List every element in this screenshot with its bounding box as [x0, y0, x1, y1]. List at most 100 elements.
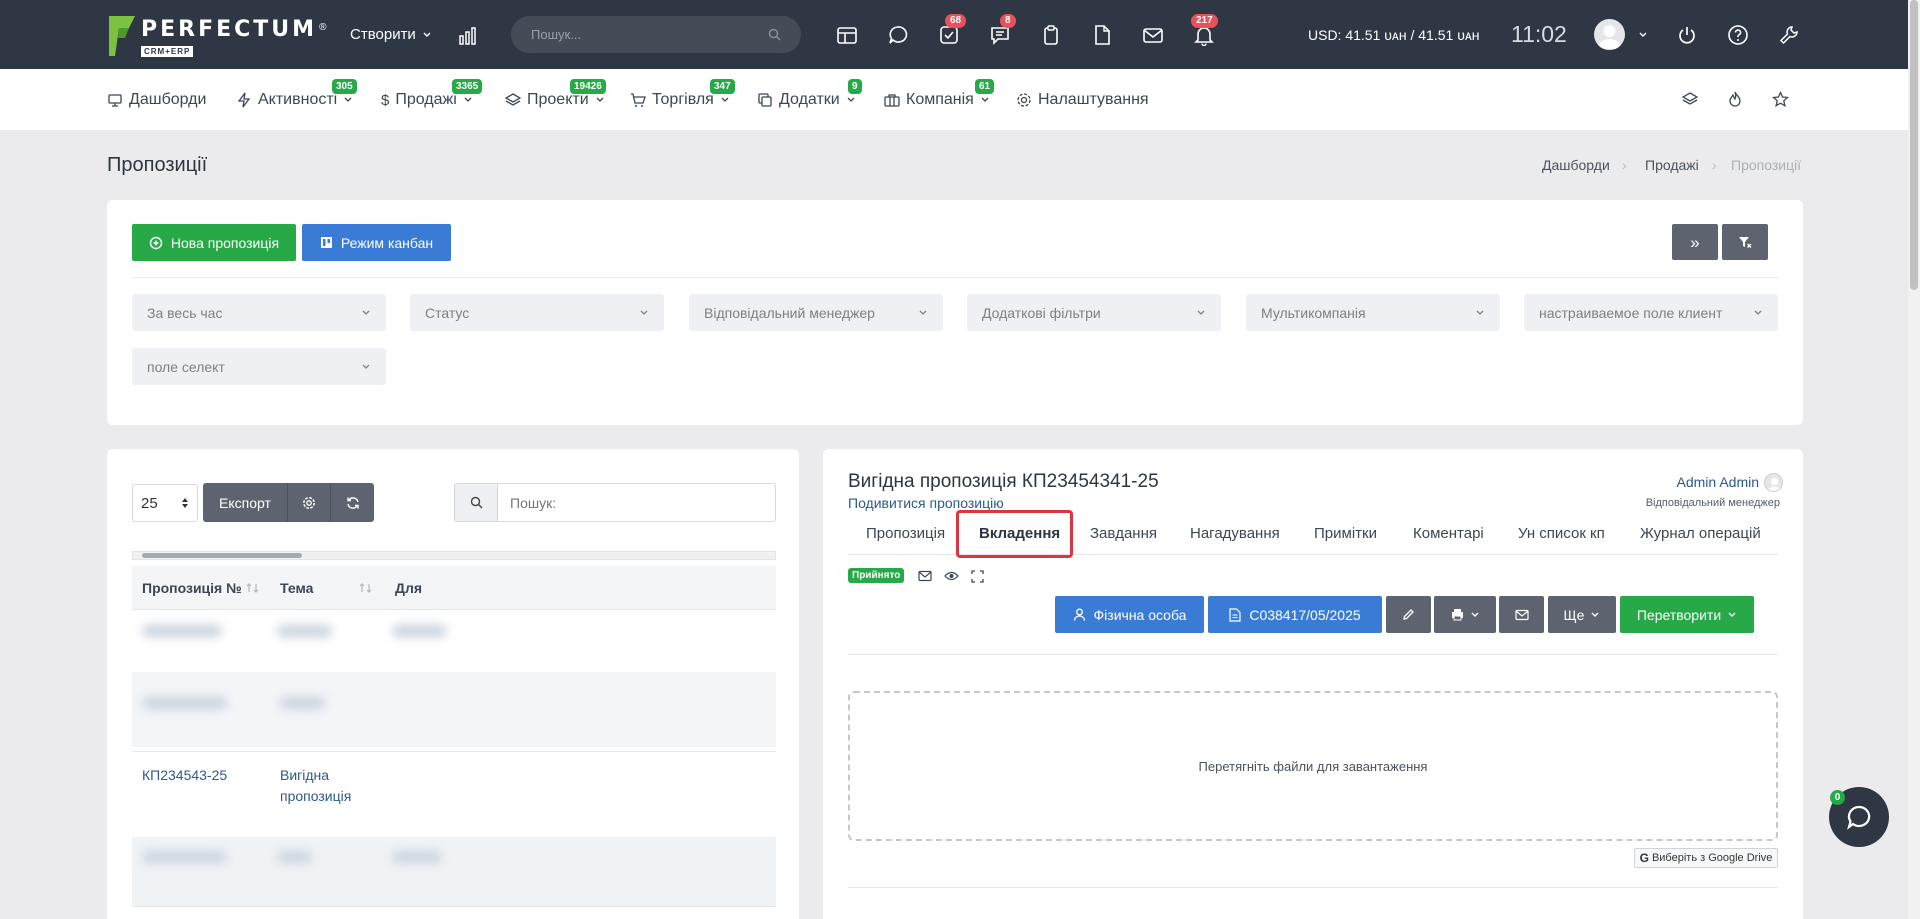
nav-badge: 347 — [710, 79, 735, 94]
tab-operations-log[interactable]: Журнал операцій — [1640, 525, 1761, 542]
kanban-mode-label: Режим канбан — [340, 234, 434, 251]
table-header: Пропозиція № Тема Для — [132, 566, 776, 610]
calendar-icon[interactable] — [834, 22, 860, 48]
tab-tasks[interactable]: Завдання — [1090, 525, 1157, 542]
chat-bubble-icon[interactable] — [885, 22, 911, 48]
file-icon[interactable] — [1089, 22, 1115, 48]
new-proposal-button[interactable]: Нова пропозиція — [132, 224, 296, 261]
bell-icon[interactable]: 217 — [1191, 14, 1218, 48]
export-label: Експорт — [219, 494, 271, 511]
filter-additional[interactable]: Додаткові фільтри — [967, 294, 1221, 331]
tab-proposal[interactable]: Пропозиція — [866, 525, 945, 542]
page-size-select[interactable]: 25 — [132, 484, 198, 522]
edit-button[interactable] — [1386, 596, 1431, 633]
nav-item-trade[interactable]: Торгівля 347 — [630, 79, 735, 109]
nav-item-dashboards[interactable]: Дашборди — [107, 91, 206, 109]
fullscreen-icon[interactable] — [964, 565, 990, 587]
breadcrumb-item[interactable]: Продажі — [1645, 157, 1699, 173]
tab-reminders[interactable]: Нагадування — [1190, 525, 1280, 542]
clear-filter-button[interactable] — [1722, 224, 1768, 260]
nav-item-projects[interactable]: Проекти 19426 — [505, 79, 606, 109]
view-proposal-link[interactable]: Подивитися пропозицію — [848, 495, 1004, 511]
proposal-number-link[interactable]: КП234543-25 — [142, 767, 227, 783]
messages-badge: 8 — [1000, 14, 1016, 28]
list-search-input[interactable] — [497, 483, 776, 522]
horizontal-scrollbar[interactable] — [132, 551, 776, 560]
person-type-button[interactable]: Фізична особа — [1055, 596, 1204, 633]
create-label: Створити — [350, 26, 416, 43]
nav-item-company[interactable]: Компанія 61 — [884, 79, 995, 109]
table-settings-button[interactable] — [287, 483, 330, 522]
user-avatar[interactable] — [1594, 19, 1625, 50]
filter-multicompany[interactable]: Мультикомпанія — [1246, 294, 1500, 331]
clipboard-icon[interactable] — [1038, 22, 1064, 48]
scrollbar-thumb[interactable] — [142, 553, 302, 558]
document-button[interactable]: С038417/05/2025 — [1208, 596, 1382, 633]
logo[interactable]: PERFECTUM ® CRM+ERP — [107, 14, 326, 58]
nav-item-activities[interactable]: Активності 305 — [236, 79, 357, 109]
google-drive-button[interactable]: G Виберіть з Google Drive — [1634, 848, 1778, 868]
tab-proposal-list[interactable]: Ун список кп — [1518, 525, 1605, 542]
eye-icon[interactable] — [938, 565, 964, 587]
proposal-topic-link[interactable]: Вигідна — [280, 767, 329, 783]
manager-avatar[interactable] — [1764, 473, 1783, 492]
page-size-value: 25 — [141, 494, 158, 512]
star-icon[interactable] — [1767, 86, 1793, 112]
sort-icon[interactable] — [359, 582, 373, 594]
logo-reg: ® — [319, 22, 327, 34]
column-header-topic[interactable]: Тема — [280, 580, 313, 596]
kanban-mode-button[interactable]: Режим канбан — [302, 224, 451, 261]
convert-label: Перетворити — [1636, 606, 1722, 623]
print-dropdown-button[interactable] — [1434, 596, 1496, 633]
proposal-topic-link-line2[interactable]: пропозиція — [280, 788, 351, 804]
nav-item-addons[interactable]: Додатки 9 — [757, 79, 862, 109]
dropzone-text: Перетягніть файли для завантаження — [1198, 758, 1428, 774]
power-icon[interactable] — [1674, 22, 1700, 48]
filter-period[interactable]: За весь час — [132, 294, 386, 331]
stats-icon[interactable] — [456, 22, 482, 48]
table-row[interactable]: КП234543-25 Вигідна пропозиція — [132, 751, 776, 837]
filter-status[interactable]: Статус — [410, 294, 664, 331]
page-scrollbar[interactable] — [1908, 0, 1920, 919]
sort-icon[interactable] — [246, 582, 260, 594]
search-input[interactable]: Пошук... — [511, 16, 801, 53]
help-icon[interactable] — [1725, 22, 1751, 48]
chevron-down-icon — [919, 310, 927, 315]
table-row-blurred[interactable] — [132, 611, 776, 747]
tab-notes[interactable]: Примітки — [1314, 525, 1377, 542]
export-button[interactable]: Експорт — [203, 483, 287, 522]
convert-dropdown-button[interactable]: Перетворити — [1620, 596, 1754, 633]
mail-icon[interactable] — [912, 565, 938, 587]
send-email-button[interactable] — [1499, 596, 1544, 633]
chevron-down-icon — [1471, 612, 1478, 617]
nav-label: Компанія — [906, 91, 974, 108]
table-row-blurred[interactable] — [132, 837, 776, 907]
filter-custom-client[interactable]: настраиваемое поле клиент — [1524, 294, 1778, 331]
chevron-down-icon[interactable] — [1630, 22, 1656, 48]
create-menu[interactable]: Створити — [350, 26, 432, 43]
file-dropzone[interactable]: Перетягніть файли для завантаження — [848, 691, 1778, 841]
nav-item-sales[interactable]: $ Продажі 3365 — [381, 79, 483, 109]
chevron-down-icon — [1754, 310, 1762, 315]
manager-name-link[interactable]: Admin Admin — [1677, 474, 1759, 490]
filter-manager[interactable]: Відповідальний менеджер — [689, 294, 943, 331]
tasks-icon[interactable]: 68 — [936, 14, 967, 48]
mail-icon[interactable] — [1140, 22, 1166, 48]
nav-item-settings[interactable]: Налаштування — [1016, 91, 1149, 109]
wrench-icon[interactable] — [1776, 22, 1802, 48]
filter-label: Мультикомпанія — [1261, 304, 1366, 321]
column-header-number[interactable]: Пропозиція № — [142, 580, 242, 596]
fire-icon[interactable] — [1722, 86, 1748, 112]
filter-label: поле селект — [147, 358, 225, 375]
filter-select-field[interactable]: поле селект — [132, 348, 386, 385]
breadcrumb-item[interactable]: Дашборди — [1542, 157, 1610, 173]
layers-icon[interactable] — [1677, 86, 1703, 112]
expand-button[interactable]: » — [1672, 224, 1718, 260]
page-scrollbar-thumb[interactable] — [1910, 0, 1918, 290]
refresh-button[interactable] — [330, 483, 374, 522]
more-dropdown-button[interactable]: Ще — [1548, 596, 1616, 633]
tab-comments[interactable]: Коментарі — [1413, 525, 1484, 542]
nav-label: Налаштування — [1038, 91, 1149, 108]
messages-icon[interactable]: 8 — [987, 14, 1016, 48]
column-header-for[interactable]: Для — [395, 580, 422, 596]
